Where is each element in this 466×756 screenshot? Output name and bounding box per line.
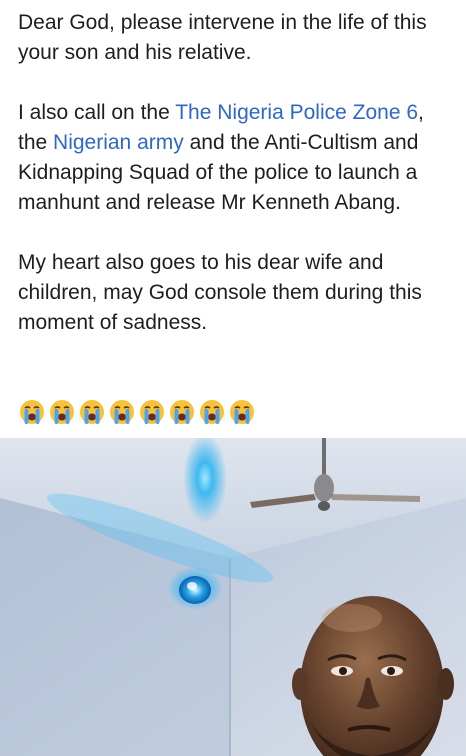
post-body: Dear God, please intervene in the life o… xyxy=(18,8,458,368)
loudly-crying-face-icon xyxy=(170,400,194,424)
loudly-crying-face-icon xyxy=(80,400,104,424)
selfie-image xyxy=(0,438,466,756)
loudly-crying-face-icon xyxy=(230,400,254,424)
loudly-crying-face-icon xyxy=(50,400,74,424)
loudly-crying-face-icon xyxy=(140,400,164,424)
emoji-row xyxy=(18,398,256,426)
call-text-prefix: I also call on the xyxy=(18,101,176,124)
post-photo[interactable] xyxy=(0,438,466,756)
nigerian-army-link[interactable]: Nigerian army xyxy=(53,131,184,154)
post-paragraph-condolence: My heart also goes to his dear wife and … xyxy=(18,251,422,334)
loudly-crying-face-icon xyxy=(110,400,134,424)
post-paragraph-prayer: Dear God, please intervene in the life o… xyxy=(18,11,427,64)
police-zone-link[interactable]: The Nigeria Police Zone 6 xyxy=(175,101,418,124)
post-paragraph-call: I also call on the The Nigeria Police Zo… xyxy=(18,98,458,218)
loudly-crying-face-icon xyxy=(200,400,224,424)
loudly-crying-face-icon xyxy=(20,400,44,424)
